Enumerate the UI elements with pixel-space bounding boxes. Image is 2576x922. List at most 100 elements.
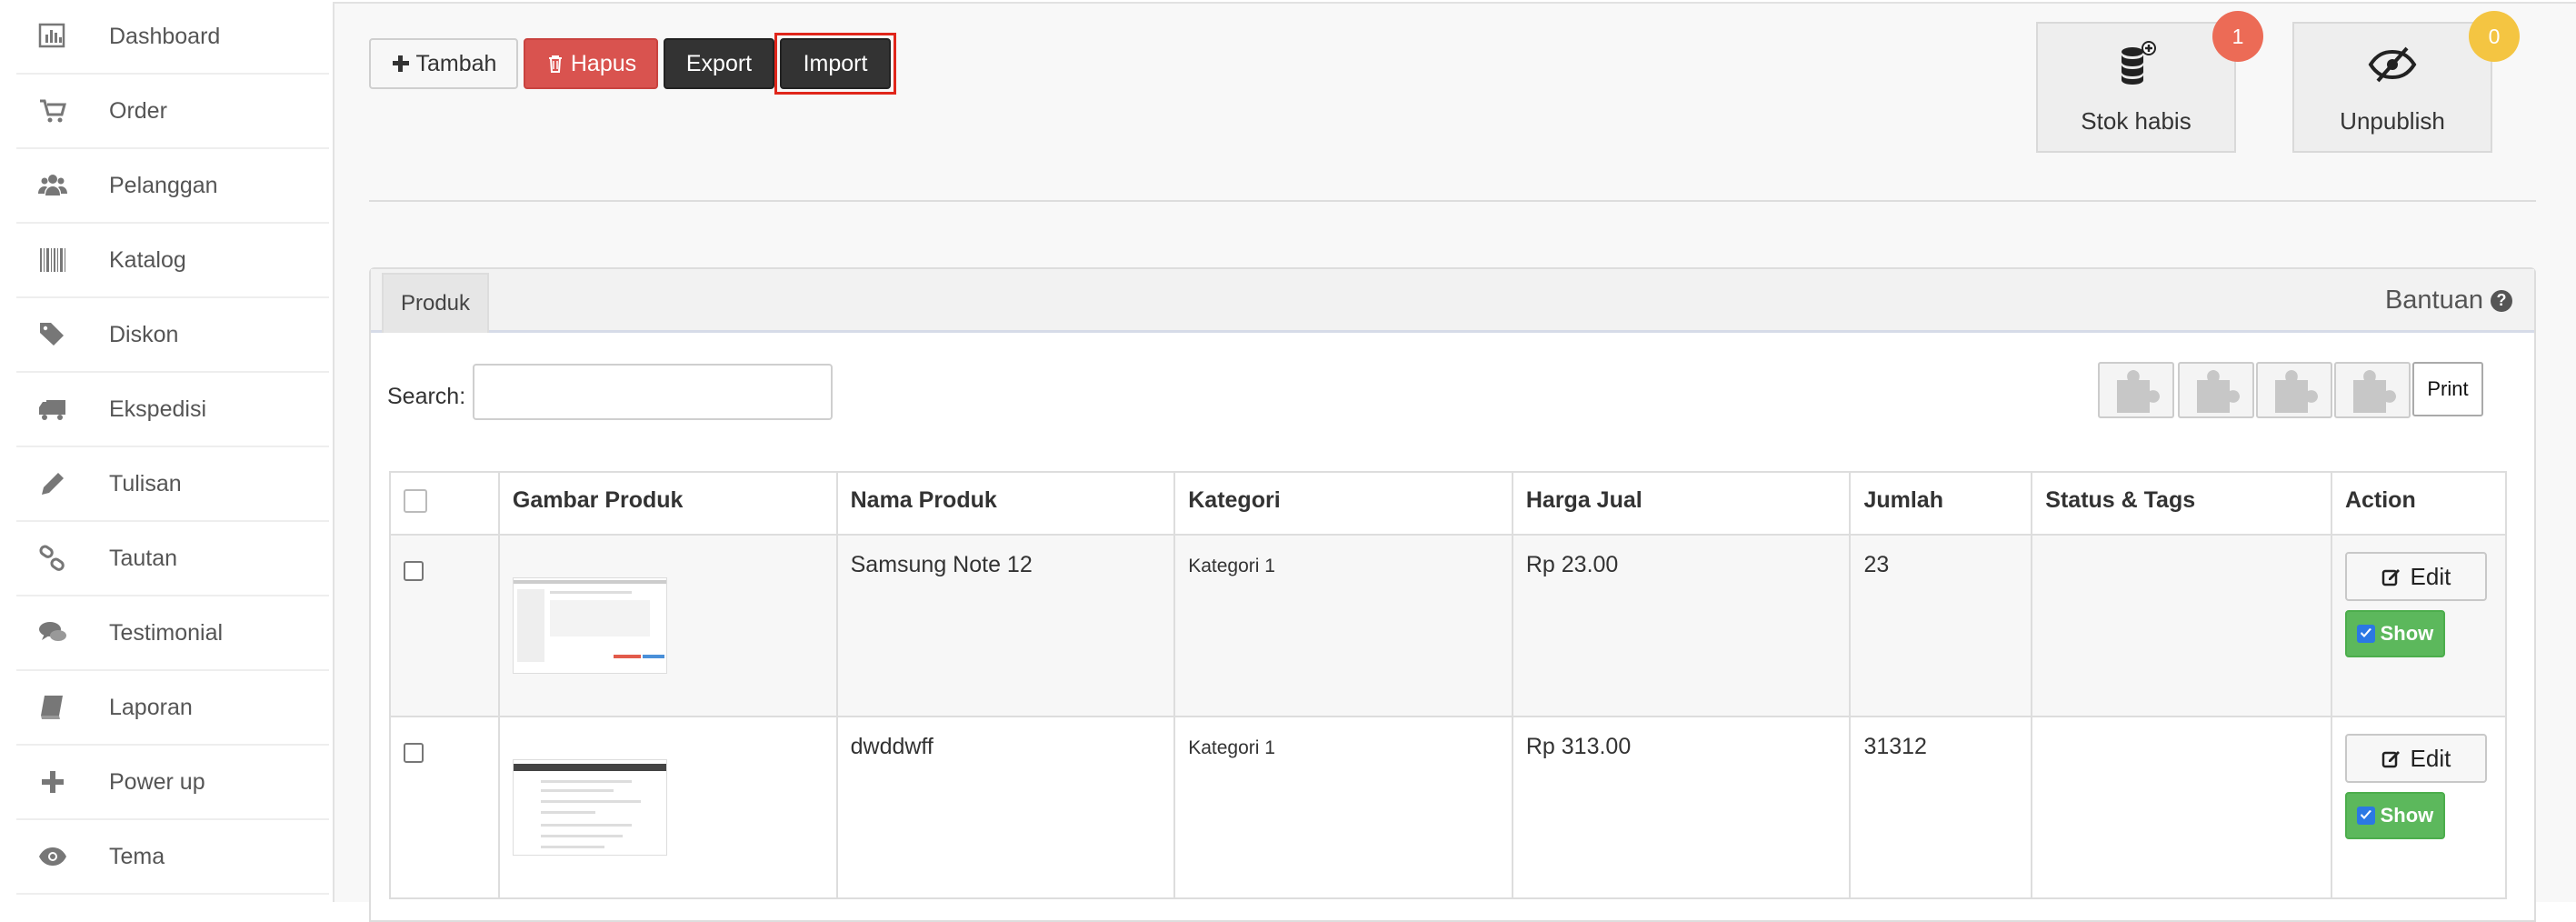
- edit-label: Edit: [2410, 744, 2451, 772]
- sidebar-item-label: Testimonial: [109, 619, 224, 646]
- sidebar-item-ekspedisi[interactable]: Ekspedisi: [16, 373, 329, 447]
- users-icon: [16, 171, 71, 200]
- help-link[interactable]: Bantuan ?: [2385, 286, 2512, 316]
- table-row: Samsung Note 12 Kategori 1 Rp 23.00 23 E…: [389, 534, 2508, 717]
- sidebar-item-label: Ekspedisi: [109, 396, 206, 422]
- product-price: Rp 313.00: [1511, 716, 1852, 899]
- stok-habis-badge: 1: [2212, 11, 2263, 62]
- edit-button[interactable]: Edit: [2344, 734, 2487, 783]
- barcode-icon: [16, 246, 71, 275]
- show-toggle[interactable]: Show: [2344, 792, 2445, 839]
- panel-header: Produk Bantuan ?: [371, 269, 2534, 333]
- search-label: Search:: [387, 384, 466, 409]
- product-status-tags: [2031, 534, 2332, 717]
- action-cell: Edit Show: [2330, 534, 2508, 717]
- tambah-label: Tambah: [415, 50, 497, 76]
- row-select-cell: [389, 534, 500, 717]
- unpublish-label: Unpublish: [2340, 107, 2445, 135]
- hapus-label: Hapus: [570, 50, 637, 76]
- table-header-row: Gambar Produk Nama Produk Kategori Harga…: [389, 471, 2508, 536]
- column-header: Nama Produk: [835, 471, 1176, 536]
- sidebar-item-tema[interactable]: Tema: [16, 820, 329, 895]
- product-thumbnail[interactable]: [512, 577, 667, 674]
- row-checkbox[interactable]: [404, 743, 424, 763]
- bar-chart-icon: [16, 22, 71, 51]
- stok-habis-tile[interactable]: Stok habis 1: [2036, 11, 2263, 153]
- search-input[interactable]: [473, 364, 833, 420]
- edit-icon: [2381, 751, 2400, 768]
- checkbox-checked-icon: [2356, 625, 2375, 643]
- column-header: Status & Tags: [2031, 471, 2332, 536]
- hapus-button[interactable]: Hapus: [524, 38, 658, 89]
- select-all-checkbox[interactable]: [404, 489, 427, 513]
- help-label: Bantuan: [2384, 286, 2483, 315]
- tab-produk[interactable]: Produk: [382, 273, 489, 333]
- tambah-button[interactable]: Tambah: [369, 38, 518, 89]
- cart-icon: [16, 96, 71, 125]
- row-checkbox[interactable]: [404, 561, 424, 581]
- sidebar-item-label: Dashboard: [109, 23, 221, 49]
- product-panel: Produk Bantuan ? Search: Print Gambar Pr…: [369, 267, 2536, 922]
- puzzle-icon: [2117, 370, 2160, 413]
- product-name: Samsung Note 12: [835, 534, 1176, 717]
- import-button[interactable]: Import: [780, 38, 891, 89]
- sidebar-item-pelanggan[interactable]: Pelanggan: [16, 149, 329, 224]
- export-label: Export: [685, 50, 753, 76]
- trash-icon: [548, 55, 562, 73]
- database-plus-icon: [2111, 39, 2162, 96]
- product-image-cell: [497, 534, 838, 717]
- print-button[interactable]: Print: [2412, 362, 2483, 416]
- action-cell: Edit Show: [2330, 716, 2508, 899]
- edit-button[interactable]: Edit: [2344, 552, 2487, 601]
- stok-habis-label: Stok habis: [2081, 107, 2192, 135]
- sidebar-item-katalog[interactable]: Katalog: [16, 224, 329, 298]
- sidebar-item-testimonial[interactable]: Testimonial: [16, 596, 329, 671]
- product-category: Kategori 1: [1173, 534, 1513, 717]
- pencil-icon: [16, 469, 71, 498]
- sidebar-item-tulisan[interactable]: Tulisan: [16, 447, 329, 522]
- tags-icon: [16, 320, 71, 349]
- divider: [369, 200, 2536, 202]
- column-header: Jumlah: [1849, 471, 2033, 536]
- unpublish-tile[interactable]: Unpublish 0: [2292, 11, 2520, 153]
- truck-icon: [16, 395, 71, 424]
- column-header: Gambar Produk: [497, 471, 838, 536]
- sidebar-item-label: Laporan: [109, 694, 193, 720]
- product-quantity: 31312: [1849, 716, 2033, 899]
- toolbar-tool-button[interactable]: [2256, 362, 2332, 418]
- sidebar-item-dashboard[interactable]: Dashboard: [16, 0, 329, 75]
- sidebar-item-label: Katalog: [109, 246, 186, 273]
- product-price: Rp 23.00: [1511, 534, 1852, 717]
- plus-icon: [392, 55, 409, 72]
- link-icon: [16, 544, 71, 573]
- toolbar-tool-button[interactable]: [2178, 362, 2254, 418]
- puzzle-icon: [2275, 370, 2318, 413]
- product-image-cell: [497, 716, 838, 899]
- toolbar-tool-button[interactable]: [2334, 362, 2411, 418]
- product-status-tags: [2031, 716, 2332, 899]
- export-button[interactable]: Export: [664, 38, 774, 89]
- import-label: Import: [803, 50, 868, 76]
- sidebar-item-power-up[interactable]: Power up: [16, 746, 329, 820]
- puzzle-icon: [2353, 370, 2396, 413]
- product-thumbnail[interactable]: [512, 759, 667, 856]
- sidebar-item-label: Tema: [109, 843, 165, 869]
- row-select-cell: [389, 716, 500, 899]
- table-row: dwddwff Kategori 1 Rp 313.00 31312 Edit …: [389, 716, 2508, 899]
- plus-icon: [16, 767, 71, 797]
- checkbox-checked-icon: [2356, 807, 2375, 825]
- show-label: Show: [2380, 622, 2434, 645]
- sidebar-item-label: Tulisan: [109, 470, 182, 496]
- sidebar-item-label: Diskon: [109, 321, 179, 347]
- edit-label: Edit: [2410, 562, 2451, 590]
- sidebar-item-tautan[interactable]: Tautan: [16, 522, 329, 596]
- show-label: Show: [2380, 804, 2434, 827]
- show-toggle[interactable]: Show: [2344, 610, 2445, 657]
- sidebar-item-order[interactable]: Order: [16, 75, 329, 149]
- sidebar-item-label: Order: [109, 97, 167, 124]
- main-panel: Tambah Hapus Export Import Stok habis 1 …: [333, 2, 2576, 922]
- product-quantity: 23: [1849, 534, 2033, 717]
- sidebar-item-diskon[interactable]: Diskon: [16, 298, 329, 373]
- toolbar-tool-button[interactable]: [2098, 362, 2174, 418]
- sidebar-item-laporan[interactable]: Laporan: [16, 671, 329, 746]
